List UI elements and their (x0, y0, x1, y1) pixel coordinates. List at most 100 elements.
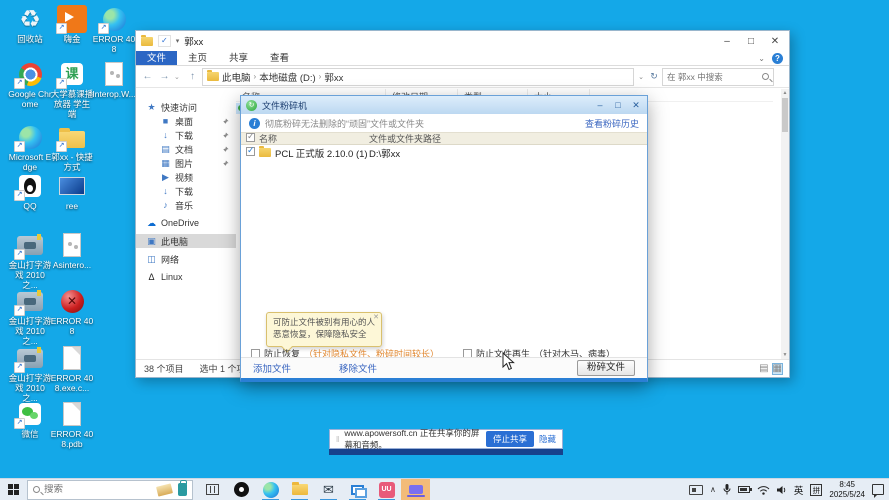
desktop-icon-typing-game-1[interactable]: 金山打字游戏 2010之... (8, 231, 52, 290)
sidebar-label: 图片 (175, 158, 194, 169)
tab-home[interactable]: 主页 (177, 51, 218, 65)
minimize-button[interactable]: – (594, 100, 606, 111)
sidebar-item-downloads-pinned[interactable]: ↓ 下载 (136, 128, 236, 142)
tab-file[interactable]: 文件 (136, 51, 178, 65)
add-files-link[interactable]: 添加文件 (253, 361, 291, 375)
hide-link[interactable]: 隐藏 (539, 433, 556, 445)
microphone-icon[interactable] (723, 484, 731, 495)
taskbar-app-uu[interactable]: UU (372, 479, 401, 500)
help-icon[interactable]: ? (772, 52, 783, 64)
view-history-link[interactable]: 查看粉碎历史 (585, 117, 639, 130)
speaker-icon[interactable] (776, 485, 787, 495)
folder-icon (291, 482, 308, 495)
close-button[interactable]: ✕ (630, 100, 642, 111)
taskbar-search[interactable] (27, 479, 193, 500)
explorer-titlebar[interactable]: ✓ ▾ 郭xx – □ ✕ (136, 31, 789, 51)
scroll-up-icon[interactable]: ▲ (781, 90, 789, 96)
desktop-icon-mooc-player[interactable]: 课 大学慕课播放器 学生端 (50, 60, 94, 119)
desktop-icon-ree[interactable]: ree (50, 172, 94, 212)
recent-dropdown-icon[interactable]: ⌄ (174, 73, 183, 81)
file-gears-icon (99, 60, 129, 88)
desktop-icon-typing-game-2[interactable]: 金山打字游戏 2010之... (8, 287, 52, 346)
sidebar-item-onedrive[interactable]: ☁ OneDrive (136, 216, 236, 230)
sidebar-item-network[interactable]: ◫ 网络 (136, 252, 236, 266)
row-checkbox[interactable]: ✓ (246, 145, 255, 156)
explorer-search-input[interactable] (667, 71, 759, 82)
taskbar-app-pinwheel[interactable] (227, 479, 256, 500)
desktop-icon-qq[interactable]: QQ (8, 172, 52, 212)
language-indicator[interactable]: 英 (794, 483, 804, 497)
desktop-icon-error408-pdb[interactable]: ERROR 408.pdb (50, 400, 94, 450)
shredder-titlebar[interactable]: ↻ 文件粉碎机 – □ ✕ (241, 96, 647, 114)
back-icon[interactable]: ← (140, 71, 155, 82)
tooltip-close-icon[interactable]: ✕ (373, 313, 379, 323)
desktop-icon-asintero-file[interactable]: Asintero... (50, 231, 94, 271)
battery-icon[interactable] (737, 486, 752, 493)
desktop-icon-wechat[interactable]: 微信 (8, 400, 52, 440)
details-view-icon[interactable]: ▤ (759, 363, 768, 375)
shredder-file-row[interactable]: ✓ PCL 正式版 2.10.0 (1) D:\郭xx (241, 145, 647, 160)
desktop-icon-error408-exe[interactable]: ERROR 408.exe.c... (50, 344, 94, 394)
breadcrumb-drive-d[interactable]: 本地磁盘 (D:) (259, 70, 315, 84)
scroll-down-icon[interactable]: ▼ (781, 352, 789, 358)
desktop-icon-recycle-bin[interactable]: ♻ 回收站 (8, 5, 52, 45)
forward-icon[interactable]: → (157, 71, 172, 82)
desktop-icon-edge[interactable]: Microsoft Edge (8, 123, 52, 173)
breadcrumb-this-pc[interactable]: 此电脑 (222, 70, 251, 84)
minimize-button[interactable]: – (715, 32, 739, 51)
taskbar-app-edge[interactable] (256, 479, 285, 500)
maximize-button[interactable]: □ (739, 32, 763, 51)
desktop-icon-error408-red[interactable]: ✕ ERROR 408 (50, 287, 94, 337)
tab-view[interactable]: 查看 (259, 51, 300, 65)
tab-share[interactable]: 共享 (218, 51, 259, 65)
breadcrumb-guoxx[interactable]: 郭xx (324, 70, 343, 84)
sidebar-item-videos[interactable]: ▶ 视频 (136, 170, 236, 184)
ime-mode-icon[interactable]: 拼 (810, 483, 823, 496)
explorer-scrollbar[interactable]: ▲ ▼ (781, 89, 789, 359)
drag-handle-icon[interactable]: ‖ (336, 435, 339, 444)
taskbar-clock[interactable]: 8:45 2025/5/24 (829, 480, 865, 500)
action-center-icon[interactable] (872, 484, 884, 498)
remove-files-link[interactable]: 移除文件 (339, 361, 377, 375)
quick-access-toolbar-icon[interactable]: ✓ (158, 35, 171, 47)
sidebar-item-documents[interactable]: ▤ 文档 (136, 142, 236, 156)
display-tray-icon[interactable] (689, 484, 704, 495)
ribbon-collapse-icon[interactable]: ⌄ (758, 54, 765, 63)
sidebar-item-music[interactable]: ♪ 音乐 (136, 198, 236, 212)
desktop-icon-guoxx-folder[interactable]: 郭xx - 快捷方式 (50, 123, 94, 173)
taskbar-app-screen-share-active[interactable] (401, 478, 430, 500)
taskbar-search-input[interactable] (44, 484, 153, 495)
sidebar-item-pictures[interactable]: ▦ 图片 (136, 156, 236, 170)
desktop-icon-orange-app[interactable]: 嗨金 (50, 5, 94, 45)
column-path[interactable]: 文件或文件夹路径 (369, 132, 441, 145)
sidebar-item-this-pc[interactable]: ▣ 此电脑 (136, 234, 236, 248)
sidebar-item-linux[interactable]: Δ Linux (136, 270, 236, 284)
refresh-icon[interactable]: ↻ (648, 71, 660, 82)
desktop-icon-interop-file[interactable]: Interop.W... (92, 60, 136, 100)
desktop-icon-chrome[interactable]: Google Chrome (8, 60, 52, 110)
quick-access-dropdown-icon[interactable]: ▾ (176, 37, 180, 45)
breadcrumb[interactable]: 此电脑 › 本地磁盘 (D:) › 郭xx (202, 67, 634, 86)
hidden-icons-chevron[interactable]: ∧ (710, 485, 716, 494)
sidebar-item-desktop[interactable]: ■ 桌面 (136, 114, 236, 128)
column-name[interactable]: 名称 (259, 132, 369, 145)
start-button[interactable] (0, 479, 27, 500)
shred-files-button[interactable]: 粉碎文件 (577, 360, 635, 376)
taskbar-app-windows-copy[interactable] (343, 479, 372, 500)
stop-sharing-button[interactable]: 停止共享 (485, 431, 534, 447)
scrollbar-thumb[interactable] (782, 98, 788, 132)
select-all-checkbox[interactable]: ✓ (246, 131, 255, 142)
sidebar-item-downloads[interactable]: ↓ 下载 (136, 184, 236, 198)
desktop-icon-error408-edge[interactable]: ERROR 408 (92, 5, 136, 55)
task-view-button[interactable] (198, 479, 227, 500)
desktop-icon-typing-game-3[interactable]: 金山打字游戏 2010之... (8, 344, 52, 403)
address-dropdown-icon[interactable]: ⌄ (636, 73, 646, 81)
thumbnail-view-icon[interactable]: ▦ (771, 363, 783, 375)
close-button[interactable]: ✕ (763, 32, 787, 51)
sidebar-item-quick-access[interactable]: ★ 快速访问 (136, 100, 236, 114)
maximize-button[interactable]: □ (612, 100, 624, 111)
taskbar-app-mail[interactable]: ✉ (314, 479, 343, 500)
taskbar-app-file-explorer[interactable] (285, 479, 314, 500)
wifi-icon[interactable] (757, 485, 770, 495)
up-icon[interactable]: ↑ (185, 71, 200, 82)
